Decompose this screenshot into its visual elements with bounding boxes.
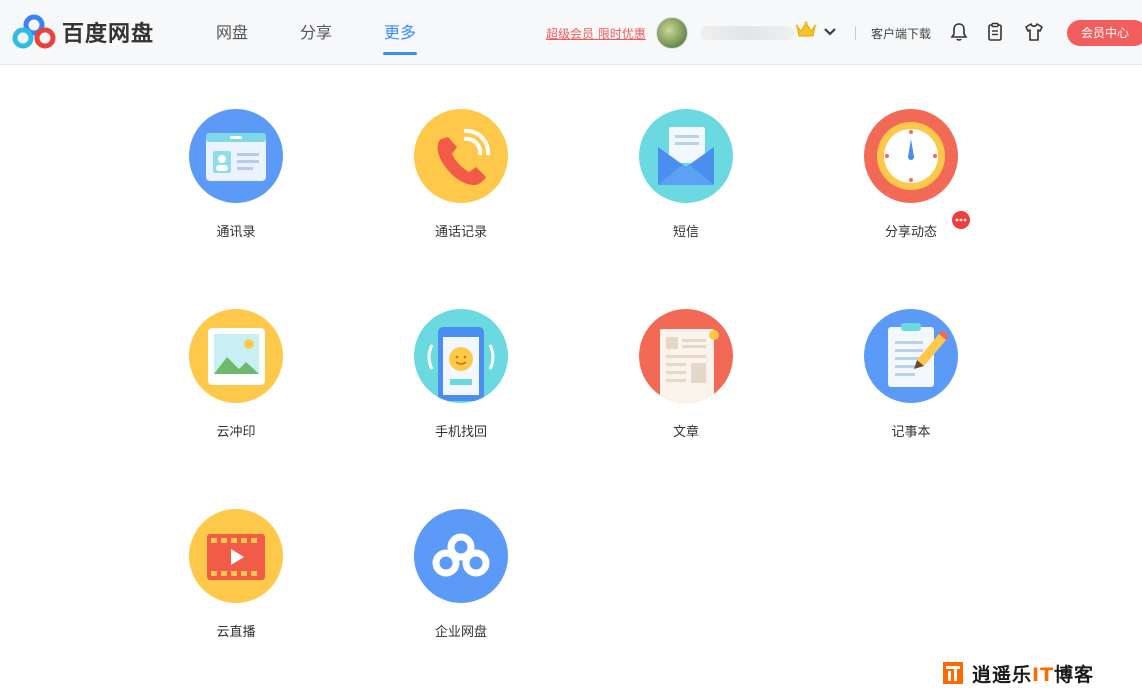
app-find-phone[interactable]: 手机找回 — [391, 309, 531, 459]
nav-tab-share[interactable]: 分享 — [300, 0, 332, 65]
envelope-icon — [639, 109, 733, 203]
chevron-down-icon[interactable] — [822, 24, 838, 40]
app-label: 短信 — [672, 225, 699, 240]
app-sms[interactable]: 短信 — [616, 109, 756, 259]
main-nav: 网盘 分享 更多 — [216, 0, 468, 65]
tshirt-skin-icon[interactable] — [1024, 22, 1044, 42]
clipboard-icon[interactable] — [985, 22, 1005, 42]
app-article[interactable]: 文章 — [616, 309, 756, 459]
app-label: 云冲印 — [216, 425, 256, 440]
avatar[interactable] — [656, 17, 688, 49]
clock-icon — [864, 109, 958, 203]
app-cloud-print[interactable]: 云冲印 — [166, 309, 306, 459]
logo-text: 百度网盘 — [62, 22, 155, 47]
baidu-cloud-icon — [414, 509, 508, 603]
app-notepad[interactable]: 记事本 — [841, 309, 981, 459]
logo[interactable]: 百度网盘 — [12, 14, 154, 50]
app-label: 通话记录 — [434, 225, 487, 240]
phone-call-icon — [414, 109, 508, 203]
top-bar: 百度网盘 网盘 分享 更多 超级会员 限时优惠 客户端下载 会员中心 — [0, 0, 1142, 65]
divider — [855, 26, 856, 40]
app-call-log[interactable]: 通话记录 — [391, 109, 531, 259]
photo-print-icon — [189, 309, 283, 403]
app-share-feed[interactable]: 分享动态 — [841, 109, 981, 259]
bell-icon[interactable] — [949, 22, 969, 42]
site-watermark: 逍遥乐IT博客 — [942, 658, 1094, 688]
phone-find-icon — [414, 309, 508, 403]
contacts-icon — [189, 109, 283, 203]
watermark-logo-icon — [943, 662, 963, 684]
nav-tab-more[interactable]: 更多 — [383, 0, 418, 65]
client-download-link[interactable]: 客户端下载 — [871, 25, 931, 42]
app-label: 企业网盘 — [434, 625, 487, 640]
article-icon — [639, 309, 733, 403]
app-label: 分享动态 — [884, 225, 937, 240]
vip-promo-link[interactable]: 超级会员 限时优惠 — [546, 25, 646, 42]
app-enterprise-disk[interactable]: 企业网盘 — [391, 509, 531, 659]
baidu-cloud-logo-icon — [12, 14, 56, 49]
app-label: 手机找回 — [434, 425, 487, 440]
app-label: 记事本 — [891, 425, 931, 440]
nav-tab-netdisk[interactable]: 网盘 — [216, 0, 248, 65]
crown-icon — [795, 21, 817, 37]
notepad-icon — [864, 309, 958, 403]
app-contacts[interactable]: 通讯录 — [166, 109, 306, 259]
app-cloud-live[interactable]: 云直播 — [166, 509, 306, 659]
app-label: 通讯录 — [216, 225, 256, 240]
app-label: 文章 — [672, 425, 699, 440]
username-blurred[interactable] — [700, 26, 794, 40]
video-icon — [189, 509, 283, 603]
watermark-text: 逍遥乐IT博客 — [972, 663, 1095, 686]
vip-center-button[interactable]: 会员中心 — [1067, 20, 1142, 46]
app-label: 云直播 — [216, 625, 256, 640]
